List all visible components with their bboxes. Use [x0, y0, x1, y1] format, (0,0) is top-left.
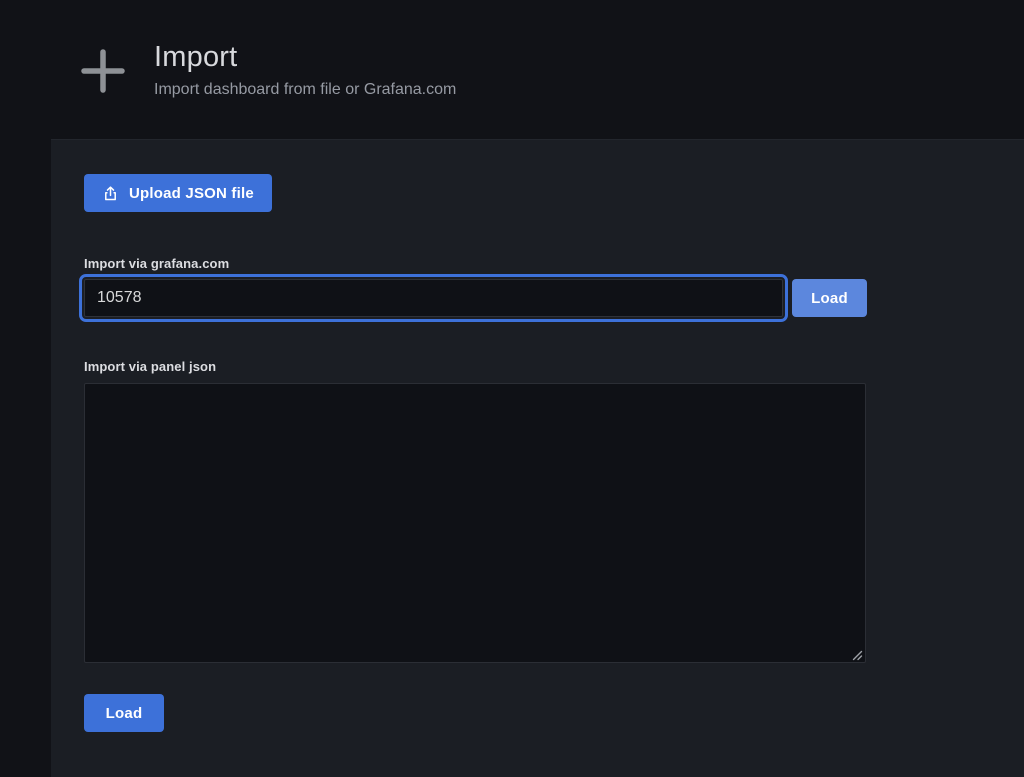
page-title: Import: [154, 42, 456, 74]
gcom-input-row: Load: [84, 279, 1024, 317]
plus-icon: [76, 44, 130, 103]
resize-handle-icon[interactable]: [851, 648, 863, 660]
gcom-load-label: Load: [811, 290, 848, 307]
page-subtitle: Import dashboard from file or Grafana.co…: [154, 81, 456, 99]
panel-json-textarea[interactable]: [84, 383, 866, 663]
gcom-dashboard-id-input[interactable]: [84, 279, 783, 317]
panel-json-textarea-wrap: [84, 383, 866, 663]
panel-json-field-label: Import via panel json: [84, 359, 1024, 374]
gcom-load-button[interactable]: Load: [792, 279, 867, 317]
page-header: Import Import dashboard from file or Gra…: [0, 0, 1024, 139]
upload-icon: [102, 185, 119, 202]
gcom-field-label: Import via grafana.com: [84, 256, 1024, 271]
upload-button-label: Upload JSON file: [129, 185, 254, 202]
panel-json-load-button[interactable]: Load: [84, 694, 164, 732]
import-panel: Upload JSON file Import via grafana.com …: [51, 139, 1024, 777]
upload-json-file-button[interactable]: Upload JSON file: [84, 174, 272, 212]
panel-json-load-label: Load: [106, 705, 143, 722]
